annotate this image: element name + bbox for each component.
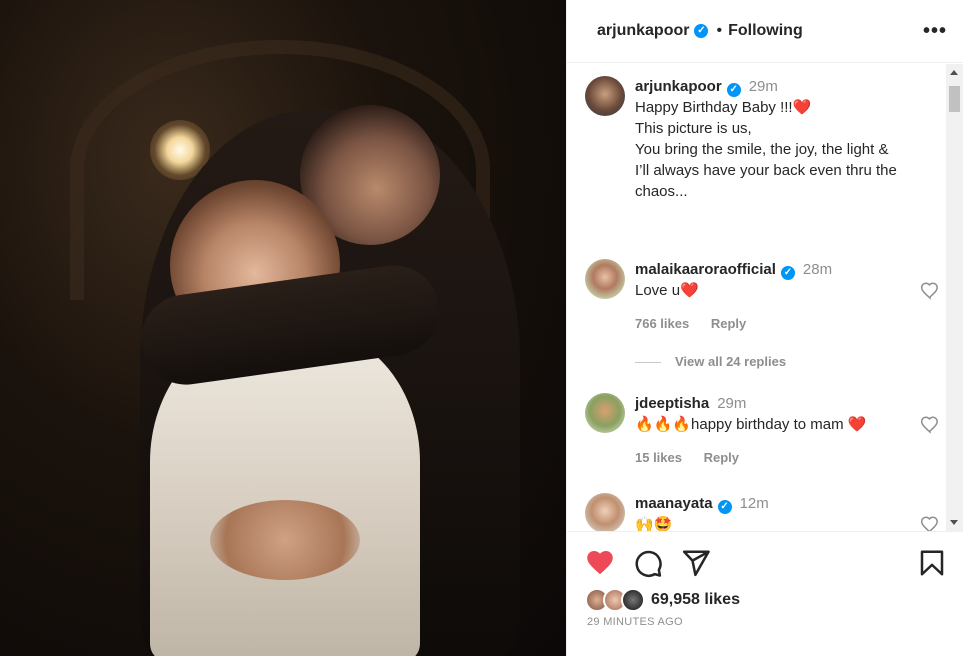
caption-time[interactable]: 29m	[749, 78, 778, 95]
scrollbar-thumb[interactable]	[949, 86, 960, 112]
caption-body: arjunkapoor ✓ 29m Happy Birthday Baby !!!❤…	[635, 76, 925, 202]
caption-line: chaos...	[635, 183, 688, 200]
comment-text: Love u❤️	[635, 282, 699, 299]
heart-outline-icon[interactable]	[920, 415, 940, 435]
scroll-down-arrow-icon[interactable]	[950, 520, 958, 525]
caption-line: Happy Birthday Baby !!!❤️	[635, 99, 812, 116]
heart-outline-icon[interactable]	[920, 281, 940, 301]
more-options-icon[interactable]: •••	[923, 20, 947, 43]
caption-line: This picture is us,	[635, 120, 752, 137]
verified-badge-icon: ✓	[780, 266, 795, 280]
post-header: arjunkapoor ✓ • Following •••	[567, 0, 963, 63]
heart-outline-icon[interactable]	[920, 515, 940, 531]
action-icons-row	[585, 548, 947, 578]
comment-meta: 15 likes Reply	[635, 447, 925, 468]
view-replies-button[interactable]: View all 24 replies	[635, 354, 786, 369]
comment-time[interactable]: 29m	[717, 395, 746, 412]
avatar[interactable]	[585, 393, 625, 433]
comment-username[interactable]: maanayata	[635, 495, 713, 512]
comment-meta: 766 likes Reply	[635, 313, 925, 334]
following-button[interactable]: Following	[728, 22, 803, 40]
avatar[interactable]	[585, 76, 625, 116]
post-actions: 69,958 likes 29 MINUTES AGO	[567, 531, 963, 656]
verified-badge-icon: ✓	[726, 83, 741, 97]
comments-scrollbar[interactable]	[946, 64, 963, 531]
post-photo[interactable]	[0, 0, 566, 656]
likes-row[interactable]: 69,958 likes	[585, 588, 740, 612]
comment-username[interactable]: malaikaaroraofficial	[635, 261, 776, 278]
header-username[interactable]: arjunkapoor	[597, 22, 689, 40]
comment-time[interactable]: 12m	[740, 495, 769, 512]
reply-button[interactable]: Reply	[704, 450, 739, 465]
comment-icon[interactable]	[633, 548, 663, 578]
post-side-panel: arjunkapoor ✓ • Following ••• arjunkapoo…	[566, 0, 963, 656]
like-heart-icon[interactable]	[585, 548, 615, 578]
comment-text: 🔥🔥🔥happy birthday to mam ❤️	[635, 416, 867, 433]
comment-username[interactable]: jdeeptisha	[635, 395, 709, 412]
reply-button[interactable]: Reply	[711, 316, 746, 331]
save-bookmark-icon[interactable]	[917, 548, 947, 578]
verified-badge-icon: ✓	[717, 500, 732, 514]
comment-time[interactable]: 28m	[803, 261, 832, 278]
replies-divider	[635, 362, 661, 364]
verified-badge-icon: ✓	[694, 24, 709, 38]
comment-text: 🙌🤩	[635, 516, 673, 531]
share-icon[interactable]	[681, 548, 711, 578]
instagram-post-view: arjunkapoor ✓ • Following ••• arjunkapoo…	[0, 0, 963, 656]
comments-section[interactable]: arjunkapoor ✓ 29m Happy Birthday Baby !!!❤…	[567, 64, 963, 531]
header-separator: •	[716, 22, 723, 39]
photo-woman-waist	[210, 500, 360, 580]
scroll-up-arrow-icon[interactable]	[950, 70, 958, 75]
avatar[interactable]	[585, 259, 625, 299]
comment-body: maanayata ✓ 12m 🙌🤩	[635, 493, 925, 531]
comment-body: jdeeptisha 29m 🔥🔥🔥happy birthday to mam ❤…	[635, 393, 925, 468]
caption-line: You bring the smile, the joy, the light …	[635, 141, 889, 158]
caption-line: I’ll always have your back even thru the	[635, 162, 897, 179]
comment-likes[interactable]: 15 likes	[635, 450, 682, 465]
comment-body: malaikaaroraofficial ✓ 28m Love u❤️ 766 li…	[635, 259, 925, 334]
likes-count[interactable]: 69,958 likes	[651, 591, 740, 609]
view-replies-label: View all 24 replies	[675, 354, 787, 369]
avatar[interactable]	[585, 493, 625, 531]
caption-username[interactable]: arjunkapoor	[635, 78, 722, 95]
comment-likes[interactable]: 766 likes	[635, 316, 689, 331]
liker-avatar	[621, 588, 645, 612]
post-timestamp[interactable]: 29 MINUTES AGO	[587, 616, 683, 628]
